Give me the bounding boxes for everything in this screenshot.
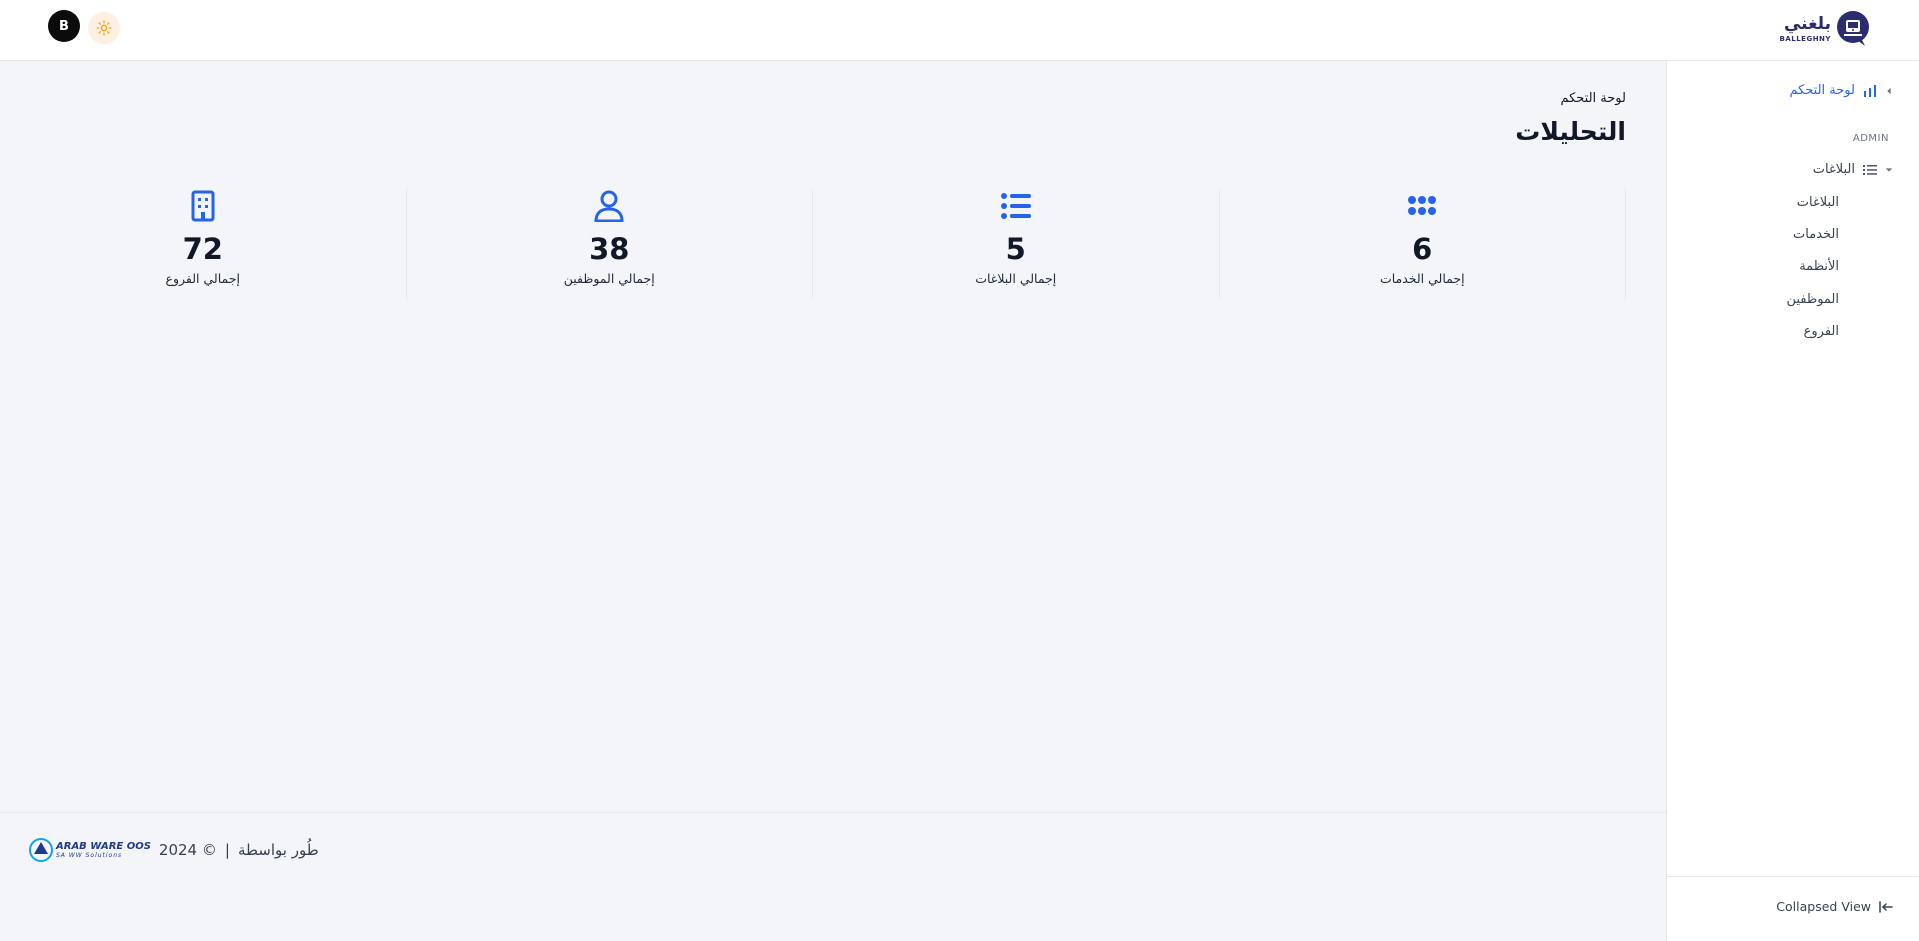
collapse-view-button[interactable]: Collapsed View [1776,899,1893,914]
stats-row: 6 إجمالي الخدمات 5 إجمالي البلاغات 38 إج… [0,189,1626,299]
sidebar-item-employees[interactable]: الموظفين [1786,292,1839,307]
stat-label: إجمالي البلاغات [975,271,1057,286]
user-avatar[interactable]: B [48,10,80,42]
stat-value: 6 [1412,232,1433,266]
stat-value: 5 [1005,232,1026,266]
theme-toggle-button[interactable] [88,12,120,44]
stat-card-branches: 72 إجمالي الفروع [0,189,407,299]
chevron-left-icon [1887,87,1891,94]
sidebar-group-reports[interactable]: البلاغات [1813,162,1893,177]
stat-card-reports: 5 إجمالي البلاغات [813,189,1220,299]
stat-label: إجمالي الفروع [165,271,240,286]
developed-by-text: طُور بواسطة [237,841,319,859]
company-name: ARAB WARE OOS [56,840,151,852]
company-subtitle: SA WW Solutions [56,851,123,859]
grid-dots-icon [1408,196,1437,215]
main-content: لوحة التحكم التحليلات 6 إجمالي الخدمات 5… [0,61,1666,877]
logo-speech-bubble-icon [1837,11,1869,46]
sidebar-item-branches[interactable]: الفروع [1804,324,1839,339]
app-logo[interactable]: بلغني BALLEGHNY [1780,8,1872,50]
footer-credit: ARAB WARE OOS SA WW Solutions 2024 © | ط… [28,837,319,863]
footer-separator: | [224,841,230,859]
stat-value: 38 [589,232,630,266]
sidebar: لوحة التحكم ADMIN البلاغات البلاغات الخد… [1666,61,1919,941]
list-icon [1863,164,1877,175]
sidebar-group-label: البلاغات [1812,162,1855,177]
sidebar-section-label: ADMIN [1852,133,1889,144]
bar-chart-icon [1864,84,1876,97]
chevron-down-icon [1885,167,1893,172]
stat-value: 72 [182,232,223,266]
sidebar-item-services[interactable]: الخدمات [1793,227,1839,242]
sidebar-item-label: لوحة التحكم [1789,83,1855,98]
stat-card-employees: 38 إجمالي الموظفين [407,189,813,299]
stat-label: إجمالي الخدمات [1379,271,1465,286]
collapse-arrow-icon [1879,900,1893,913]
copyright-year: 2024 © [158,841,217,859]
top-bar: B بلغني BALLEGHNY [0,0,1919,61]
sidebar-footer: Collapsed View [1666,876,1919,941]
logo-arabic-text: بلغني [1783,13,1831,34]
sidebar-item-systems[interactable]: الأنظمة [1799,259,1839,274]
logo-english-text: BALLEGHNY [1779,34,1831,43]
company-logo[interactable]: ARAB WARE OOS SA WW Solutions [28,837,151,863]
sidebar-item-dashboard[interactable]: لوحة التحكم [1789,83,1893,98]
footer: ARAB WARE OOS SA WW Solutions 2024 © | ط… [0,812,1666,877]
list-icon [1000,193,1031,219]
user-icon [594,190,624,222]
company-logo-icon [29,838,53,862]
building-icon [191,190,215,222]
breadcrumb[interactable]: لوحة التحكم [1560,91,1626,106]
page-title: التحليلات [1515,117,1626,146]
sun-icon [96,20,112,36]
collapse-view-label: Collapsed View [1776,899,1871,914]
sidebar-item-reports[interactable]: البلاغات [1797,195,1839,210]
stat-card-services: 6 إجمالي الخدمات [1220,189,1626,299]
stat-label: إجمالي الموظفين [563,271,655,286]
